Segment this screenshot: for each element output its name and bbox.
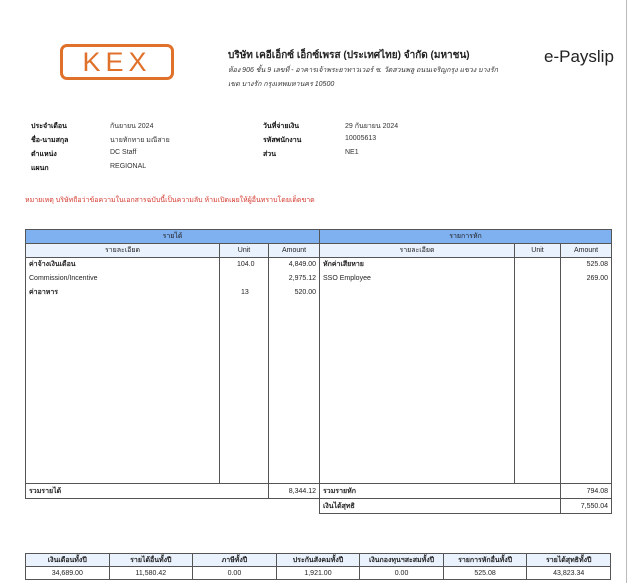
ytd-header: รายได้อื่นทั้งปี: [108, 553, 194, 567]
deduction-header: รายการหัก: [318, 229, 613, 244]
deduction-unit-cell: [514, 257, 561, 484]
deduction-detail-cell: หักค่าเสียหาย SSO Employee: [319, 257, 515, 484]
spacer-cell: [25, 498, 320, 514]
page-edge-line: [626, 0, 627, 583]
ytd-value: 11,580.42: [108, 566, 194, 580]
deduction-amount: 525.08: [586, 261, 609, 268]
deduction-unit: [518, 272, 557, 286]
ytd-value: 1,921.00: [275, 566, 361, 580]
income-total-value: 8,344.12: [268, 483, 320, 499]
deduction-item: หักค่าเสียหาย: [323, 261, 364, 268]
income-amount: 2,975.12: [288, 275, 316, 282]
name-label: ชื่อ-นามสกุล: [31, 137, 69, 144]
deduction-col-unit: Unit: [514, 243, 561, 258]
ytd-header: เงินเดือนทั้งปี: [25, 553, 110, 567]
deduction-total-label: รวมรายหัก: [319, 483, 561, 499]
income-item: ค่าจ้างเงินเดือน: [29, 261, 76, 268]
ytd-header: ประกันสังคมทั้งปี: [275, 553, 361, 567]
deduction-amount-cell: 525.08 269.00: [559, 257, 613, 484]
income-amount: 4,849.00: [288, 261, 316, 268]
ytd-value: 525.08: [442, 566, 528, 580]
ytd-header: รายการหักอื่นทั้งปี: [442, 553, 528, 567]
net-pay-label: เงินได้สุทธิ: [319, 498, 561, 514]
address-line-1: ห้อง 906 ชั้น 9 เลขที่ - อาคารเจ้าพระยาท…: [228, 67, 498, 74]
deduction-col-detail: รายละเอียด: [319, 243, 515, 258]
ytd-header: ภาษีทั้งปี: [192, 553, 277, 567]
period-label: ประจำเดือน: [31, 123, 67, 130]
department-label: แผนก: [31, 165, 49, 172]
employee-id-value: 10005613: [345, 135, 377, 142]
document-title: e-Payslip: [544, 47, 614, 66]
ytd-value: 34,689.00: [25, 566, 110, 580]
income-unit: 104.0: [237, 261, 255, 268]
address-line-2: เขต บางรัก กรุงเทพมหานคร 10500: [228, 81, 335, 88]
position-value: DC Staff: [110, 149, 137, 156]
income-detail-cell: ค่าจ้างเงินเดือน Commission/Incentive ค่…: [25, 257, 220, 484]
ytd-header: รายได้สุทธิทั้งปี: [526, 553, 611, 567]
payslip-table: รายได้ รายการหัก รายละเอียด Unit Amount …: [25, 229, 613, 514]
ytd-value: 0.00: [192, 566, 277, 580]
income-unit: [223, 272, 265, 286]
employee-id-label: รหัสพนักงาน: [263, 137, 302, 144]
net-pay-value: 7,550.04: [559, 498, 613, 514]
ytd-value: 0.00: [359, 566, 444, 580]
ytd-table: เงินเดือนทั้งปี รายได้อื่นทั้งปี ภาษีทั้…: [25, 553, 611, 580]
deduction-total-value: 794.08: [559, 483, 613, 499]
income-amount-cell: 4,849.00 2,975.12 520.00: [268, 257, 320, 484]
department-value: REGIONAL: [110, 163, 147, 170]
paydate-label: วันที่จ่ายเงิน: [263, 123, 300, 130]
company-name: บริษัท เคอีเอ็กซ์ เอ็กซ์เพรส (ประเทศไทย)…: [228, 50, 470, 61]
name-value: นายทักทาย มณีสาย: [110, 137, 170, 144]
income-amount: 520.00: [294, 289, 316, 296]
income-item: Commission/Incentive: [29, 275, 98, 282]
period-value: กันยายน 2024: [110, 123, 154, 130]
income-header: รายได้: [25, 229, 320, 244]
company-address: ห้อง 906 ชั้น 9 เลขที่ - อาคารเจ้าพระยาท…: [228, 64, 528, 92]
ytd-header: เงินกองทุนฯสะสมทั้งปี: [359, 553, 444, 567]
ytd-value: 43,823.34: [526, 566, 611, 580]
income-unit: 13: [241, 289, 249, 296]
logo-text: KEX: [82, 46, 152, 77]
income-col-detail: รายละเอียด: [25, 243, 220, 258]
section-label: ส่วน: [263, 151, 276, 158]
deduction-unit: [518, 258, 557, 272]
deduction-col-amount: Amount: [559, 243, 613, 258]
deduction-item: SSO Employee: [323, 275, 371, 282]
deduction-amount: 269.00: [586, 275, 609, 282]
section-value: NE1: [345, 149, 359, 156]
paydate-value: 29 กันยายน 2024: [345, 123, 399, 130]
position-label: ตำแหน่ง: [31, 151, 57, 158]
confidential-notice: หมายเหตุ บริษัทถือว่าข้อความในเอกสารฉบับ…: [25, 197, 315, 204]
income-total-label: รวมรายได้: [25, 483, 269, 499]
income-col-unit: Unit: [219, 243, 269, 258]
company-logo: KEX: [60, 44, 174, 80]
income-unit-cell: 104.0 13: [219, 257, 269, 484]
income-item: ค่าอาหาร: [29, 289, 59, 296]
income-col-amount: Amount: [268, 243, 320, 258]
